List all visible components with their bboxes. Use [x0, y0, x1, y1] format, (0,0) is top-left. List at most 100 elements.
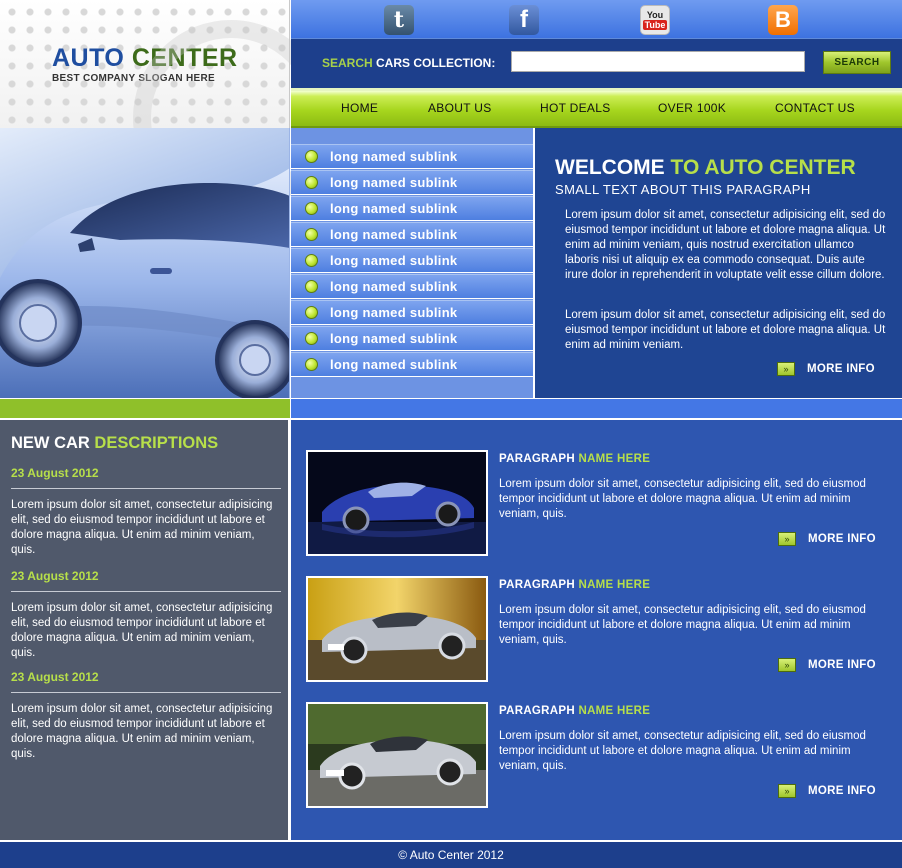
item-more-info-button[interactable]: » MORE INFO [778, 658, 876, 672]
sublink-item[interactable]: long named sublink [291, 196, 533, 221]
item-title: PARAGRAPH NAME HERE [499, 579, 650, 591]
section-title-main: NEW CAR [11, 434, 95, 452]
sublink-item[interactable]: long named sublink [291, 170, 533, 195]
sublink-label: long named sublink [330, 175, 458, 190]
nav-home[interactable]: HOME [341, 101, 378, 115]
item-title-accent: NAME HERE [578, 579, 651, 591]
facebook-glyph: f [520, 6, 528, 33]
more-info-label: MORE INFO [808, 785, 876, 797]
search-label-accent: SEARCH [322, 56, 373, 70]
item-title-main: PARAGRAPH [499, 453, 579, 465]
car-thumbnail[interactable] [306, 450, 488, 556]
sublink-item[interactable]: long named sublink [291, 274, 533, 299]
item-more-info-button[interactable]: » MORE INFO [778, 784, 876, 798]
news-date: 23 August 2012 [11, 466, 99, 480]
car-photo-silver-roadster [308, 578, 486, 680]
hero-car-image [0, 128, 290, 398]
item-title-accent: NAME HERE [578, 705, 651, 717]
sublink-label: long named sublink [330, 279, 458, 294]
site-slogan: BEST COMPANY SLOGAN HERE [52, 73, 215, 84]
sublink-label: long named sublink [330, 331, 458, 346]
logo-area: AUTO CENTER BEST COMPANY SLOGAN HERE [0, 0, 329, 216]
bullet-icon [305, 358, 318, 371]
item-text: Lorem ipsum dolor sit amet, consectetur … [499, 604, 866, 646]
news-date: 23 August 2012 [11, 569, 99, 583]
bullet-icon [305, 150, 318, 163]
sublink-label: long named sublink [330, 149, 458, 164]
youtube-icon[interactable]: You Tube [640, 5, 670, 35]
item-title-main: PARAGRAPH [499, 705, 579, 717]
sublink-label: long named sublink [330, 253, 458, 268]
car-thumbnail[interactable] [306, 702, 488, 808]
arrow-right-icon: » [777, 362, 795, 376]
welcome-title-main: WELCOME [555, 156, 665, 179]
main-nav: HOME ABOUT US HOT DEALS OVER 100K CONTAC… [291, 88, 902, 128]
facebook-icon[interactable]: f [509, 5, 539, 35]
divider-strip-green [0, 398, 290, 418]
search-input[interactable] [511, 51, 805, 72]
welcome-more-info-button[interactable]: » MORE INFO [777, 362, 875, 376]
news-divider [11, 692, 281, 693]
new-car-descriptions: NEW CAR DESCRIPTIONS 23 August 2012 Lore… [0, 418, 290, 840]
item-title: PARAGRAPH NAME HERE [499, 705, 650, 717]
hero-car-illustration [0, 168, 289, 398]
section-title-accent: DESCRIPTIONS [94, 434, 219, 452]
item-text: Lorem ipsum dolor sit amet, consectetur … [499, 730, 866, 772]
news-date: 23 August 2012 [11, 670, 99, 684]
logo-title-accent: CENTER [131, 44, 238, 72]
sublink-item[interactable]: long named sublink [291, 222, 533, 247]
tumblr-icon[interactable]: t [384, 5, 414, 35]
sublink-label: long named sublink [330, 227, 458, 242]
sublink-item[interactable]: long named sublink [291, 248, 533, 273]
news-text: Lorem ipsum dolor sit amet, consectetur … [11, 703, 273, 760]
bullet-icon [305, 280, 318, 293]
search-button[interactable]: SEARCH [823, 51, 891, 74]
nav-over-100k[interactable]: OVER 100K [658, 101, 726, 115]
blogger-icon[interactable]: B [768, 5, 798, 35]
footer-copyright: © Auto Center 2012 [398, 848, 504, 862]
item-more-info-button[interactable]: » MORE INFO [778, 532, 876, 546]
more-info-label: MORE INFO [808, 659, 876, 671]
bullet-icon [305, 254, 318, 267]
item-title-main: PARAGRAPH [499, 579, 579, 591]
site-logo[interactable]: AUTO CENTER [52, 44, 238, 73]
nav-contact-us[interactable]: CONTACT US [775, 101, 855, 115]
divider-strip-blue [291, 398, 902, 418]
arrow-right-icon: » [778, 784, 796, 798]
bullet-icon [305, 202, 318, 215]
car-photo-silver-convertible [308, 704, 486, 806]
section-title: NEW CAR DESCRIPTIONS [11, 434, 218, 453]
welcome-paragraph: Lorem ipsum dolor sit amet, consectetur … [565, 309, 886, 351]
youtube-glyph-top: You [646, 10, 664, 20]
social-bar: t f You Tube B [291, 0, 902, 38]
arrow-right-icon: » [778, 532, 796, 546]
bullet-icon [305, 332, 318, 345]
car-photo-blue-roadster [308, 452, 486, 554]
youtube-glyph-bottom: Tube [642, 20, 668, 30]
news-divider [11, 488, 281, 489]
sublink-item[interactable]: long named sublink [291, 352, 533, 377]
featured-cars: PARAGRAPH NAME HERE Lorem ipsum dolor si… [291, 418, 902, 840]
news-text: Lorem ipsum dolor sit amet, consectetur … [11, 499, 273, 556]
welcome-title: WELCOME TO AUTO CENTER [555, 156, 856, 180]
bullet-icon [305, 306, 318, 319]
nav-hot-deals[interactable]: HOT DEALS [540, 101, 611, 115]
logo-title-main: AUTO [52, 44, 125, 72]
tumblr-glyph: t [393, 7, 405, 33]
sublink-list: long named sublink long named sublink lo… [291, 128, 535, 398]
sublink-label: long named sublink [330, 357, 458, 372]
nav-about-us[interactable]: ABOUT US [428, 101, 492, 115]
welcome-paragraph: Lorem ipsum dolor sit amet, consectetur … [565, 209, 886, 281]
bullet-icon [305, 176, 318, 189]
sublink-label: long named sublink [330, 201, 458, 216]
sublink-item[interactable]: long named sublink [291, 326, 533, 351]
blogger-glyph: B [775, 7, 791, 32]
welcome-title-accent: TO AUTO CENTER [664, 156, 856, 179]
sublink-item[interactable]: long named sublink [291, 144, 533, 169]
sublink-label: long named sublink [330, 305, 458, 320]
car-thumbnail[interactable] [306, 576, 488, 682]
sublink-item[interactable]: long named sublink [291, 300, 533, 325]
arrow-right-icon: » [778, 658, 796, 672]
news-text: Lorem ipsum dolor sit amet, consectetur … [11, 602, 273, 659]
news-divider [11, 591, 281, 592]
